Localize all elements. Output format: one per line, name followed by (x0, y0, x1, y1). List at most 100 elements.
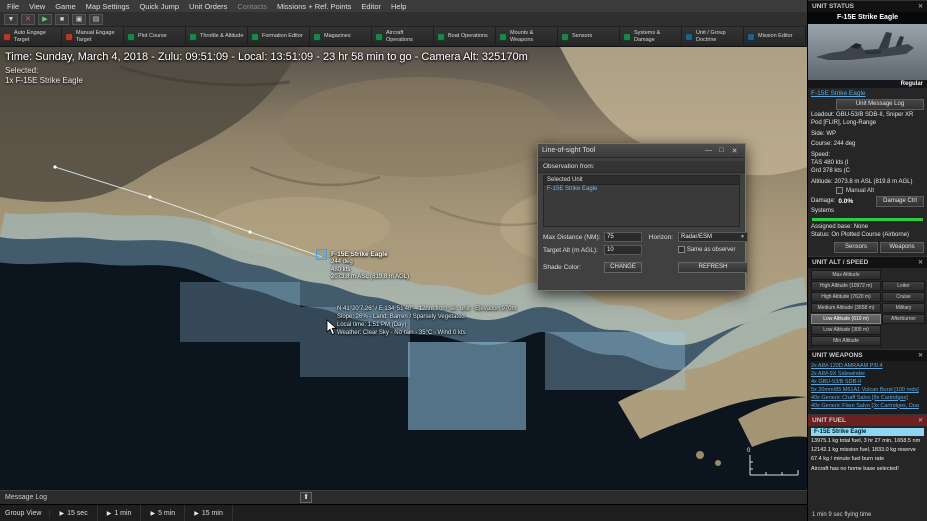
sensors-panel-button[interactable]: Sensors (834, 241, 878, 253)
dialog-title-bar[interactable]: Line-of-sight Tool — □ ✕ (538, 144, 745, 158)
play-icon[interactable]: ▶ (38, 13, 52, 25)
formation-editor-button[interactable]: Formation Editor (248, 27, 310, 46)
refresh-button[interactable]: REFRESH (678, 262, 748, 273)
unit-group-doctrine-button[interactable]: Unit / Group Doctrine (682, 27, 744, 46)
observer-list[interactable]: Selected Unit F-15E Strike Eagle (543, 175, 740, 227)
speed-label: Speed: (811, 152, 831, 159)
menu-game[interactable]: Game (50, 2, 80, 11)
close-icon[interactable]: ✕ (918, 352, 923, 359)
horizon-select[interactable]: Radar/ESM ▼ (678, 232, 748, 242)
weapon-item[interactable]: 40x Generic Chaff Salvo [8x Cartridges] (811, 395, 924, 403)
alt-speed-grid: Max Altitude High Altitude (10972 m) Loi… (808, 268, 927, 349)
message-log-bar: Message Log ⬆ (0, 490, 807, 504)
high-altitude-7620-button[interactable]: High Altitude (7620 m) (811, 291, 881, 302)
plot-course-button[interactable]: Plot Course (124, 27, 186, 46)
menu-file[interactable]: File (2, 2, 24, 11)
expand-log-button[interactable]: ⬆ (300, 492, 312, 503)
weapons-panel-button[interactable]: Weapons (880, 241, 924, 253)
max-distance-label: Max Distance (NM): (543, 233, 601, 241)
max-altitude-button[interactable]: Max Altitude (811, 269, 881, 280)
camera-icon[interactable]: ▣ (72, 13, 86, 25)
weapon-item[interactable]: 40x Generic Flare Salvo [3x Cartridges, … (811, 403, 924, 411)
app-window: File View Game Map Settings Quick Jump U… (0, 0, 927, 521)
menu-view[interactable]: View (24, 2, 50, 11)
menu-map-settings[interactable]: Map Settings (81, 2, 135, 11)
sensors-icon (561, 32, 569, 41)
auto-engage-target-button[interactable]: Auto Engage Target (0, 27, 62, 46)
observer-list-header: Selected Unit (544, 176, 739, 185)
medium-altitude-button[interactable]: Medium Altitude (3658 m) (811, 302, 881, 313)
throttle-altitude-button[interactable]: Throttle & Altitude (186, 27, 248, 46)
loadout-text: Loadout: GBU-53/B SDB-II, Sniper XR Pod … (811, 112, 914, 126)
sensors-button[interactable]: Sensors (558, 27, 620, 46)
close-icon[interactable]: ✕ (728, 147, 741, 155)
ribbon-toolbar: Auto Engage Target Manual Engage Target … (0, 27, 807, 47)
manual-alt-checkbox[interactable] (836, 187, 843, 195)
damage-ctrl-button[interactable]: Damage Ctrl (876, 196, 924, 208)
damage-icon (623, 32, 631, 41)
target-alt-input[interactable]: 10 (604, 245, 642, 255)
close-icon[interactable]: ✕ (918, 417, 923, 424)
menu-contacts: Contacts (237, 1, 267, 11)
weapon-item[interactable]: 2x AIM-120D AMRAAM P3I.4 (811, 363, 924, 371)
close-icon[interactable]: ✕ (918, 259, 923, 266)
systems-damage-button[interactable]: Systems & Damage (620, 27, 682, 46)
unit-alt-speed-header: UNIT ALT / SPEED ✕ (808, 255, 927, 268)
time-step-bar: Group View ▶ 15 sec ▶ 1 min ▶ 5 min ▶ 15 min (0, 504, 807, 521)
throttle-button (882, 270, 925, 280)
dropdown-icon[interactable]: ▼ (4, 13, 18, 25)
menu-editor[interactable]: Editor (356, 2, 386, 11)
menu-help[interactable]: Help (386, 2, 411, 11)
same-as-observer-row[interactable]: Same as observer (678, 246, 748, 254)
observer-list-item[interactable]: F-15E Strike Eagle (544, 185, 739, 193)
fuel-burn-line: 67.4 kg / minute fuel burn rate (811, 456, 885, 463)
time-step-1min[interactable]: ▶ 1 min (98, 505, 142, 521)
same-as-observer-checkbox[interactable] (678, 246, 685, 254)
time-step-15min[interactable]: ▶ 15 min (185, 505, 233, 521)
mounts-weapons-button[interactable]: Mounts & Weapons (496, 27, 558, 46)
unit-photo (808, 24, 927, 80)
throttle-icon (189, 32, 197, 41)
fuel-selected-unit[interactable]: F-15E Strike Eagle (811, 427, 924, 436)
manual-engage-target-button[interactable]: Manual Engage Target (62, 27, 124, 46)
group-view-toggle[interactable]: Group View (0, 509, 51, 517)
low-altitude-610-button[interactable]: Low Altitude (610 m) (811, 313, 881, 324)
magazines-icon (313, 32, 321, 41)
weapons-list: 2x AIM-120D AMRAAM P3I.4 2x AIM-9X Sidew… (808, 360, 927, 414)
menu-quick-jump[interactable]: Quick Jump (134, 2, 184, 11)
formation-icon (251, 32, 259, 41)
maximize-icon[interactable]: □ (715, 147, 728, 154)
weapon-item[interactable]: 5x 20mm/85 M61A1 Vulcan Burst [100 rnds] (811, 387, 924, 395)
military-button[interactable]: Military (882, 302, 925, 313)
weapon-item[interactable]: 2x AIM-9X Sidewinder (811, 371, 924, 379)
manual-alt-row[interactable]: Manual Alt (808, 186, 927, 195)
change-color-button[interactable]: CHANGE (604, 262, 642, 273)
max-distance-input[interactable]: 75 (604, 232, 642, 242)
magazines-button[interactable]: Magazines (310, 27, 372, 46)
menu-missions-refpoints[interactable]: Missions + Ref. Points (272, 2, 356, 11)
afterburner-button[interactable]: Afterburner (882, 313, 925, 324)
unit-database-link[interactable]: F-15E Strike Eagle (808, 88, 927, 98)
panel-icon[interactable]: ▤ (89, 13, 103, 25)
unit-message-log-button[interactable]: Unit Message Log (836, 99, 924, 110)
loiter-button[interactable]: Loiter (882, 280, 925, 291)
menu-unit-orders[interactable]: Unit Orders (184, 2, 232, 11)
cruise-button[interactable]: Cruise (882, 291, 925, 302)
stop-icon[interactable]: ■ (55, 13, 69, 25)
weapon-item[interactable]: 4x GBU-53/B SDB-II (811, 379, 924, 387)
close-icon[interactable]: ✕ (918, 3, 923, 10)
aircraft-operations-button[interactable]: Aircraft Operations (372, 27, 434, 46)
damage-label: Damage: (811, 197, 836, 204)
unit-map-icon[interactable] (316, 249, 327, 260)
time-step-5min[interactable]: ▶ 5 min (141, 505, 186, 521)
target-alt-label: Target Alt (m AGL): (543, 246, 598, 254)
boat-operations-button[interactable]: Boat Operations (434, 27, 496, 46)
close-icon[interactable]: ✕ (21, 13, 35, 25)
low-altitude-305-button[interactable]: Low Altitude (305 m) (811, 324, 881, 335)
assigned-base-text: Assigned base: None (811, 224, 869, 231)
mission-editor-button[interactable]: Mission Editor (744, 27, 806, 46)
time-step-15sec[interactable]: ▶ 15 sec (50, 505, 98, 521)
high-altitude-10972-button[interactable]: High Altitude (10972 m) (811, 280, 881, 291)
minimize-icon[interactable]: — (702, 147, 715, 154)
min-altitude-button[interactable]: Min Altitude (811, 335, 881, 346)
